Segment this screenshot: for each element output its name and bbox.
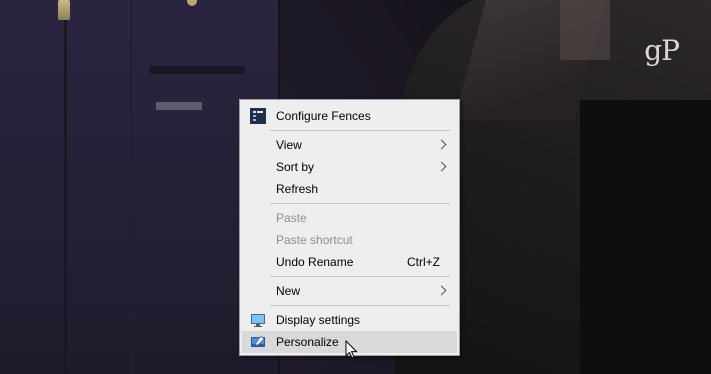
menu-item-view[interactable]: View bbox=[242, 134, 457, 156]
wallpaper-pocket-label bbox=[156, 102, 202, 110]
menu-separator bbox=[270, 276, 450, 277]
menu-item-label: Display settings bbox=[276, 313, 361, 327]
personalize-icon bbox=[250, 334, 266, 350]
mouse-pointer-icon bbox=[345, 339, 359, 360]
wallpaper-seam bbox=[64, 0, 67, 374]
chevron-right-icon bbox=[436, 161, 447, 172]
menu-separator bbox=[270, 203, 450, 204]
fences-icon bbox=[250, 108, 266, 124]
menu-item-label: Personalize bbox=[276, 335, 339, 349]
menu-separator bbox=[270, 130, 450, 131]
chevron-right-icon bbox=[436, 285, 447, 296]
desktop-context-menu: Configure Fences View Sort by Refresh Pa… bbox=[239, 99, 460, 356]
wallpaper-coat-shine bbox=[560, 0, 610, 60]
keyboard-shortcut: Ctrl+Z bbox=[407, 255, 440, 269]
menu-item-label: Configure Fences bbox=[276, 109, 371, 123]
wallpaper-coat-shadow bbox=[580, 100, 711, 374]
menu-item-label: View bbox=[276, 138, 302, 152]
menu-item-undo-rename[interactable]: Undo Rename Ctrl+Z bbox=[242, 251, 457, 273]
groovypost-watermark: gP bbox=[644, 34, 680, 67]
menu-item-paste: Paste bbox=[242, 207, 457, 229]
wallpaper-pocket bbox=[150, 66, 245, 74]
wallpaper-zipper bbox=[58, 0, 70, 20]
monitor-icon bbox=[250, 312, 266, 328]
menu-item-label: Undo Rename bbox=[276, 255, 354, 269]
menu-item-configure-fences[interactable]: Configure Fences bbox=[242, 105, 457, 127]
chevron-right-icon bbox=[436, 139, 447, 150]
menu-item-display-settings[interactable]: Display settings bbox=[242, 309, 457, 331]
menu-item-label: New bbox=[276, 284, 301, 298]
menu-item-label: Paste bbox=[276, 211, 307, 225]
menu-separator bbox=[270, 305, 450, 306]
menu-item-paste-shortcut: Paste shortcut bbox=[242, 229, 457, 251]
menu-item-label: Paste shortcut bbox=[276, 233, 353, 247]
wallpaper-seam bbox=[130, 0, 132, 374]
menu-item-label: Refresh bbox=[276, 182, 319, 196]
menu-item-new[interactable]: New bbox=[242, 280, 457, 302]
wallpaper-jacket-left bbox=[0, 0, 280, 374]
menu-item-label: Sort by bbox=[276, 160, 315, 174]
menu-item-refresh[interactable]: Refresh bbox=[242, 178, 457, 200]
menu-item-sort-by[interactable]: Sort by bbox=[242, 156, 457, 178]
